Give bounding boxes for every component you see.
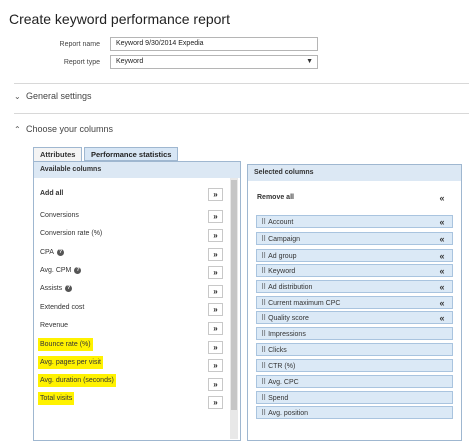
add-assists-button[interactable]: » xyxy=(208,285,223,298)
selected-item-current-maximum-cpc[interactable]: ⠿ Current maximum CPC xyxy=(256,296,453,309)
selected-item-ad-distribution[interactable]: ⠿ Ad distribution xyxy=(256,280,453,293)
add-conversion-rate-button[interactable]: » xyxy=(208,229,223,242)
list-item-label: Avg. pages per visit xyxy=(40,359,101,366)
selected-item-spend[interactable]: ⠿ Spend xyxy=(256,391,453,404)
tab-performance-statistics[interactable]: Performance statistics xyxy=(84,147,179,161)
chevron-up-icon: ⌃ xyxy=(14,124,21,134)
list-item-label: Bounce rate (%) xyxy=(40,341,91,348)
tab-attributes[interactable]: Attributes xyxy=(33,147,83,161)
list-item-label: Revenue xyxy=(40,322,69,329)
list-item-label: Assists xyxy=(40,285,63,292)
scrollbar-track[interactable] xyxy=(230,178,238,439)
chevron-down-icon: ⌄ xyxy=(14,91,21,101)
add-total-visits-button[interactable]: » xyxy=(208,396,223,409)
general-settings-toggle[interactable]: ⌄ General settings xyxy=(14,91,92,101)
add-conversions-button[interactable]: » xyxy=(208,210,223,223)
list-item-label: Conversions xyxy=(40,212,79,219)
remove-ad-distribution-button[interactable]: « xyxy=(435,282,449,293)
help-icon[interactable]: ? xyxy=(56,249,64,256)
available-item-revenue: Revenue xyxy=(38,319,70,332)
remove-keyword-button[interactable]: « xyxy=(435,266,449,277)
report-type-value: Keyword xyxy=(116,58,144,65)
add-avg-duration-button[interactable]: » xyxy=(208,378,223,391)
report-type-label: Report type xyxy=(63,59,100,66)
choose-columns-toggle[interactable]: ⌃ Choose your columns xyxy=(14,124,113,134)
available-item-conversions: Conversions xyxy=(38,209,81,222)
list-item-label: CPA xyxy=(40,249,54,256)
available-item-assists: Assists? xyxy=(38,282,74,295)
remove-campaign-button[interactable]: « xyxy=(435,234,449,245)
available-item-conversion-rate: Conversion rate (%) xyxy=(38,227,104,240)
list-item-label: Total visits xyxy=(40,395,73,402)
scrollbar-thumb[interactable] xyxy=(231,180,237,410)
report-type-select[interactable]: Keyword ▼ xyxy=(110,55,318,69)
list-item-label: Avg. CPC xyxy=(268,379,299,386)
available-item-avg-cpm: Avg. CPM? xyxy=(38,264,83,277)
add-all-label: Add all xyxy=(40,190,64,197)
list-item-label: Avg. position xyxy=(268,410,309,417)
available-item-total-visits: Total visits xyxy=(38,392,75,405)
list-item-label: Ad group xyxy=(268,253,297,260)
list-item-label: Conversion rate (%) xyxy=(40,230,103,237)
divider xyxy=(14,113,469,114)
chevron-down-icon: ▼ xyxy=(306,58,313,65)
remove-all-button[interactable]: « xyxy=(435,193,449,204)
add-all-button[interactable]: » xyxy=(208,188,223,201)
list-item-label: Ad distribution xyxy=(268,284,313,291)
available-item-avg-duration: Avg. duration (seconds) xyxy=(38,374,116,387)
remove-current-maximum-cpc-button[interactable]: « xyxy=(435,298,449,309)
list-item-label: Keyword xyxy=(268,268,296,275)
list-item-label: Spend xyxy=(268,395,289,402)
remove-all-label: Remove all xyxy=(257,194,294,201)
add-revenue-button[interactable]: » xyxy=(208,322,223,335)
list-item-label: Account xyxy=(268,219,294,226)
choose-columns-label: Choose your columns xyxy=(26,124,114,134)
list-item-label: Campaign xyxy=(268,236,300,243)
list-item-label: Current maximum CPC xyxy=(268,300,341,307)
remove-quality-score-button[interactable]: « xyxy=(435,313,449,324)
list-item-label: Extended cost xyxy=(40,304,85,311)
selected-item-keyword[interactable]: ⠿ Keyword xyxy=(256,264,453,277)
add-avg-cpm-button[interactable]: » xyxy=(208,266,223,279)
available-item-extended-cost: Extended cost xyxy=(38,301,86,314)
available-item-cpa: CPA? xyxy=(38,246,66,259)
selected-item-clicks[interactable]: ⠿ Clicks xyxy=(256,343,453,356)
selected-columns-header: Selected columns xyxy=(248,165,461,181)
selected-item-ad-group[interactable]: ⠿ Ad group xyxy=(256,249,453,262)
available-item-bounce-rate: Bounce rate (%) xyxy=(38,338,93,351)
selected-item-impressions[interactable]: ⠿ Impressions xyxy=(256,327,453,340)
add-cpa-button[interactable]: » xyxy=(208,248,223,261)
report-name-label: Report name xyxy=(59,41,100,48)
selected-item-account[interactable]: ⠿ Account xyxy=(256,215,453,228)
selected-item-ctr[interactable]: ⠿ CTR (%) xyxy=(256,359,453,372)
help-icon[interactable]: ? xyxy=(65,285,73,292)
remove-account-button[interactable]: « xyxy=(435,217,449,228)
selected-item-quality-score[interactable]: ⠿ Quality score xyxy=(256,311,453,324)
list-item-label: CTR (%) xyxy=(268,363,296,370)
page-title: Create keyword performance report xyxy=(9,11,230,27)
help-icon[interactable]: ? xyxy=(74,267,82,274)
list-item-label: Clicks xyxy=(268,347,287,354)
report-name-input[interactable]: Keyword 9/30/2014 Expedia xyxy=(110,37,318,51)
available-item-avg-pages-per-visit: Avg. pages per visit xyxy=(38,356,103,369)
selected-item-avg-cpc[interactable]: ⠿ Avg. CPC xyxy=(256,375,453,388)
list-item-label: Quality score xyxy=(268,315,309,322)
list-item-label: Avg. CPM xyxy=(40,267,72,274)
remove-ad-group-button[interactable]: « xyxy=(435,251,449,262)
add-avg-pages-per-visit-button[interactable]: » xyxy=(208,359,223,372)
list-item-label: Impressions xyxy=(268,331,306,338)
list-item-label: Avg. duration (seconds) xyxy=(40,377,114,384)
selected-item-avg-position[interactable]: ⠿ Avg. position xyxy=(256,406,453,419)
divider xyxy=(14,83,469,84)
add-bounce-rate-button[interactable]: » xyxy=(208,341,223,354)
general-settings-label: General settings xyxy=(26,91,92,101)
add-extended-cost-button[interactable]: » xyxy=(208,303,223,316)
available-columns-header: Available columns xyxy=(34,162,240,178)
selected-item-campaign[interactable]: ⠿ Campaign xyxy=(256,232,453,245)
